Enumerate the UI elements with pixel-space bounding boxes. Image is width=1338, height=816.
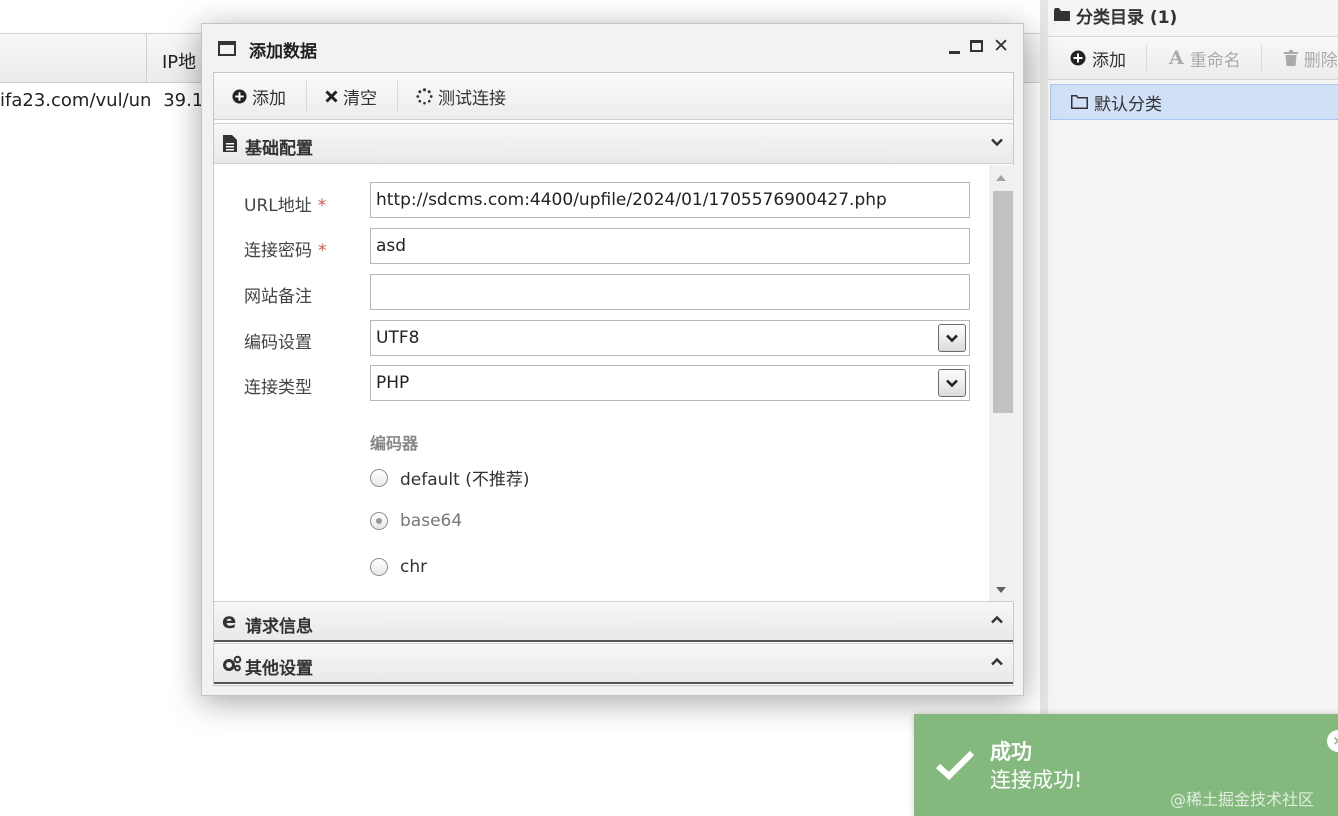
test-connection-label: 测试连接: [438, 88, 506, 109]
category-item-label: 默认分类: [1094, 94, 1162, 115]
chevron-down-icon: [946, 334, 958, 342]
password-label: 连接密码 *: [244, 241, 327, 261]
category-toolbar: 添加 A 重命名 删除: [1048, 36, 1338, 80]
category-panel-title: 分类目录 (1): [1054, 0, 1338, 30]
gears-icon: [223, 655, 242, 672]
section-other-settings[interactable]: 其他设置: [214, 643, 1013, 684]
scrollbar-thumb[interactable]: [993, 191, 1013, 413]
password-input[interactable]: asd: [370, 228, 970, 264]
window-icon: [218, 41, 236, 56]
rename-category-label: 重命名: [1189, 50, 1241, 71]
trash-icon: [1283, 50, 1298, 66]
radio-chr[interactable]: [370, 558, 388, 576]
dialog-body: 添加 清空 测试连接 基础配置 URL地址 * http://sdcms.com…: [213, 72, 1015, 686]
category-panel: 分类目录 (1) 添加 A 重命名 删除 默认分类: [1040, 0, 1338, 816]
section-request-info[interactable]: e 请求信息: [214, 601, 1013, 642]
column-ip-header[interactable]: IP地: [162, 48, 196, 74]
encoder-option-label: chr: [400, 557, 428, 577]
dialog-title: 添加数据: [249, 42, 317, 62]
add-category-label: 添加: [1092, 50, 1126, 71]
table-row[interactable]: ifa23.com/vul/un 39.10: [0, 90, 215, 118]
required-mark: *: [317, 196, 327, 216]
add-button[interactable]: 添加: [214, 80, 307, 112]
required-mark: *: [318, 241, 327, 261]
chevron-up-icon[interactable]: [991, 614, 1003, 626]
scroll-up-icon[interactable]: [996, 175, 1006, 181]
basic-config-form: URL地址 * http://sdcms.com:4400/upfile/2024…: [214, 165, 1015, 602]
column-separator: [146, 34, 147, 82]
note-label: 网站备注: [244, 287, 312, 307]
add-category-button[interactable]: 添加: [1048, 44, 1147, 72]
radio-default[interactable]: [370, 468, 388, 487]
plus-circle-icon: [1070, 50, 1086, 66]
font-a-icon: A: [1169, 47, 1184, 69]
delete-category-label: 删除: [1303, 50, 1338, 71]
x-icon: [325, 89, 338, 103]
file-text-icon: [223, 135, 237, 152]
encoder-option-base64[interactable]: base64: [370, 511, 462, 531]
form-scrollbar[interactable]: [989, 165, 1015, 602]
section-other-settings-label: 其他设置: [245, 659, 313, 679]
note-input[interactable]: [370, 274, 970, 310]
add-button-label: 添加: [252, 88, 286, 109]
folder-icon: [1054, 8, 1070, 21]
section-basic-config[interactable]: 基础配置: [214, 123, 1013, 164]
watermark: @稀土掘金技术社区: [1170, 790, 1315, 809]
plus-circle-icon: [232, 88, 247, 104]
window-controls: ✕: [949, 37, 1009, 56]
encoder-option-default[interactable]: default (不推荐): [370, 465, 529, 490]
toast-close-icon[interactable]: ×: [1327, 730, 1338, 752]
type-dropdown-button[interactable]: [938, 369, 966, 397]
url-input[interactable]: http://sdcms.com:4400/upfile/2024/01/170…: [370, 182, 970, 218]
clear-button[interactable]: 清空: [307, 80, 398, 112]
url-label: URL地址 *: [244, 196, 327, 216]
checkmark-icon: [935, 750, 975, 781]
encoder-option-chr[interactable]: chr: [370, 557, 427, 577]
type-label: 连接类型: [244, 378, 312, 398]
encoding-dropdown-button[interactable]: [938, 324, 966, 352]
rename-category-button[interactable]: A 重命名: [1147, 44, 1262, 72]
section-request-info-label: 请求信息: [245, 617, 313, 637]
encoding-select[interactable]: UTF8: [370, 320, 970, 356]
maximize-icon[interactable]: [970, 40, 984, 52]
add-data-dialog: 添加数据 ✕ 添加 清空 测试连接 基础配置 URL地址 * http://sd…: [201, 23, 1024, 696]
ie-icon: e: [222, 609, 237, 633]
chevron-up-icon[interactable]: [991, 656, 1003, 668]
cell-url: ifa23.com/vul/un: [0, 90, 152, 111]
scroll-down-icon[interactable]: [996, 587, 1006, 593]
encoding-label: 编码设置: [244, 333, 312, 353]
delete-category-button[interactable]: 删除: [1262, 44, 1338, 72]
dialog-toolbar: 添加 清空 测试连接: [214, 73, 1013, 120]
dialog-titlebar[interactable]: 添加数据 ✕: [202, 24, 1023, 70]
encoder-option-label: default (不推荐): [400, 470, 530, 490]
radio-base64[interactable]: [370, 512, 388, 530]
spinner-icon: [416, 87, 433, 104]
folder-open-icon: [1071, 95, 1088, 109]
encoder-title: 编码器: [370, 434, 419, 453]
clear-button-label: 清空: [343, 88, 377, 109]
category-panel-title-text: 分类目录 (1): [1076, 7, 1178, 28]
close-icon[interactable]: ✕: [993, 37, 1009, 56]
encoder-option-label: base64: [400, 511, 463, 531]
category-item-default[interactable]: 默认分类: [1050, 84, 1338, 120]
toast-title: 成功: [990, 740, 1032, 764]
encoding-select-value: UTF8: [376, 328, 420, 348]
chevron-down-icon: [946, 379, 958, 387]
chevron-down-icon[interactable]: [991, 136, 1003, 148]
minimize-icon[interactable]: [949, 50, 961, 54]
section-basic-config-label: 基础配置: [245, 139, 313, 159]
type-select[interactable]: PHP: [370, 365, 970, 401]
test-connection-button[interactable]: 测试连接: [398, 80, 526, 112]
type-select-value: PHP: [376, 373, 410, 393]
toast-message: 连接成功!: [990, 768, 1083, 792]
